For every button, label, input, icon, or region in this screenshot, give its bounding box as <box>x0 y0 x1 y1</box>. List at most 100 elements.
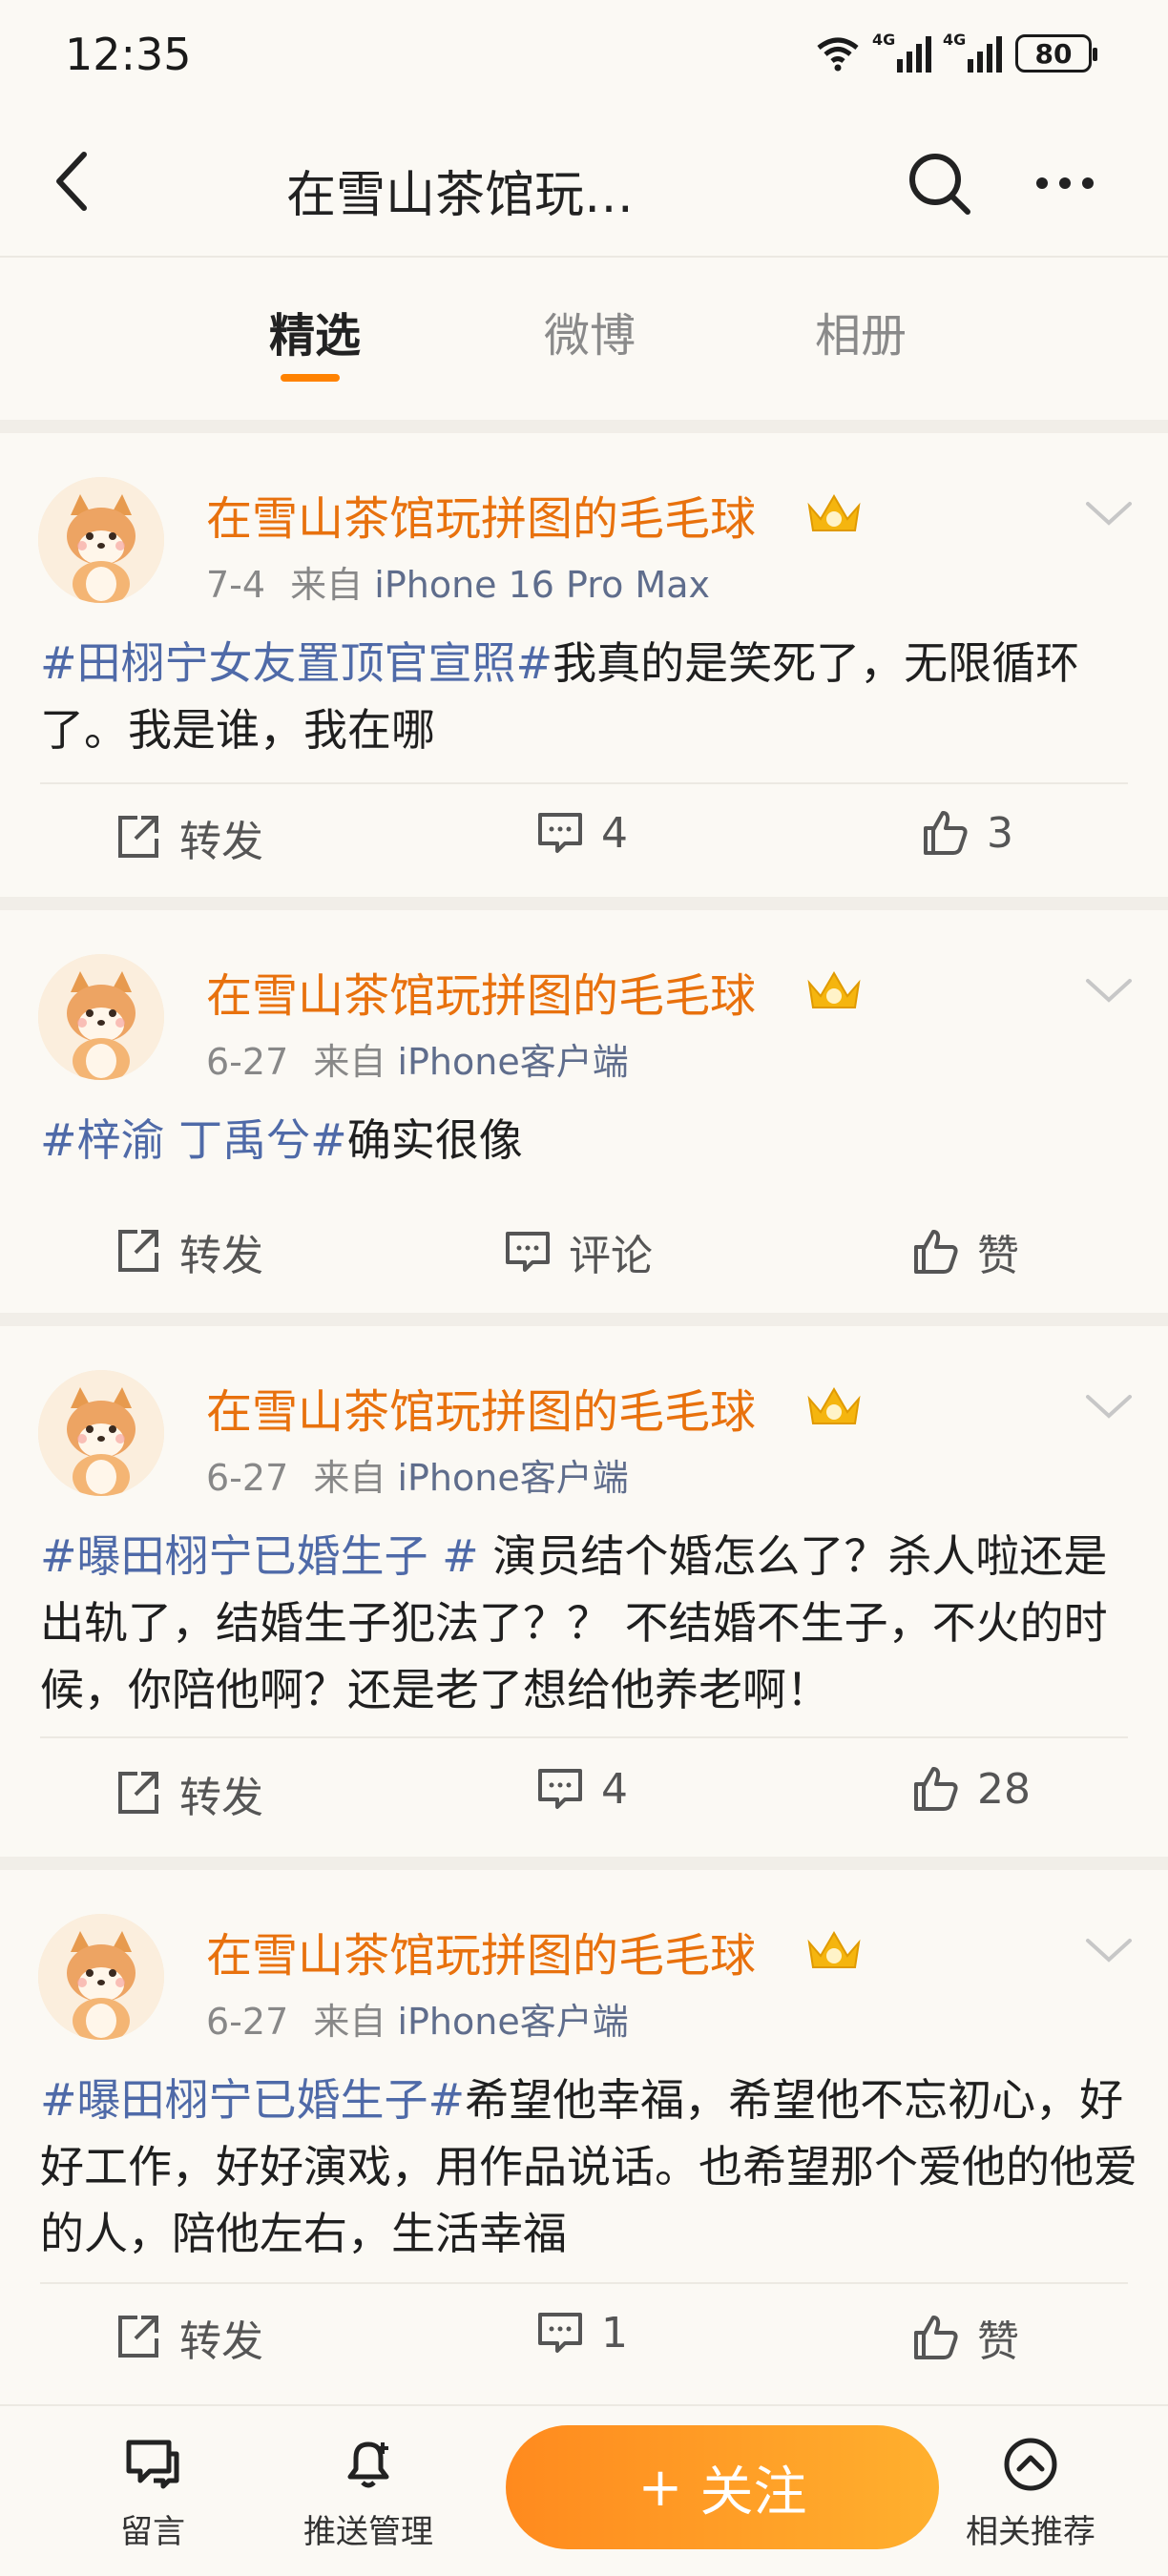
nav-divider <box>0 256 1168 258</box>
bottom-action-bar: 留言 推送管理 + 关注 相关推荐 <box>0 2404 1168 2576</box>
avatar[interactable] <box>38 1914 164 2040</box>
action-divider <box>40 1736 1128 1738</box>
post-username[interactable]: 在雪山茶馆玩拼图的毛毛球 <box>206 1918 756 1984</box>
repost-icon <box>118 2316 158 2358</box>
like-button[interactable]: 赞 <box>910 1221 1019 1282</box>
post-source: iPhone 16 Pro Max <box>374 564 710 606</box>
like-button[interactable]: 28 <box>910 1763 1031 1815</box>
source-prefix: 来自 <box>313 1457 386 1499</box>
repost-button[interactable]: 转发 <box>113 2307 263 2368</box>
cell-signal-2-icon: 4G <box>943 31 1002 73</box>
profile-tabs: 精选 微博 相册 <box>0 260 1168 403</box>
topic-hashtag[interactable]: #曝田栩宁已婚生子# <box>40 2074 465 2126</box>
post-actions: 转发 1 赞 <box>0 2286 1168 2381</box>
avatar[interactable] <box>38 954 164 1080</box>
comment-label: 评论 <box>569 1232 653 1280</box>
source-prefix: 来自 <box>313 1041 386 1083</box>
comment-icon <box>538 813 582 853</box>
post-username[interactable]: 在雪山茶馆玩拼图的毛毛球 <box>206 481 756 548</box>
avatar[interactable] <box>38 477 164 603</box>
topic-hashtag[interactable]: #曝田栩宁已婚生子 # <box>40 1530 479 1582</box>
chevron-down-icon[interactable] <box>1080 971 1137 1009</box>
repost-button[interactable]: 转发 <box>113 1221 263 1282</box>
repost-icon <box>118 1772 158 1814</box>
post-card[interactable]: 在雪山茶馆玩拼图的毛毛球 6-27 来自 iPhone客户端 #曝田栩宁已婚生子… <box>0 1313 1168 1857</box>
like-label: 赞 <box>977 1232 1019 1280</box>
post-meta: 6-27 来自 iPhone客户端 <box>206 1032 629 1085</box>
post-card[interactable]: 在雪山茶馆玩拼图的毛毛球 7-4 来自 iPhone 16 Pro Max #田… <box>0 420 1168 897</box>
tab-album[interactable]: 相册 <box>765 298 956 364</box>
comment-button[interactable]: 4 <box>534 1763 628 1815</box>
follow-button[interactable]: + 关注 <box>506 2425 939 2549</box>
repost-label: 转发 <box>179 1232 263 1280</box>
vip-crown-icon <box>807 1387 861 1424</box>
post-date: 7-4 <box>206 564 266 606</box>
post-card[interactable]: 在雪山茶馆玩拼图的毛毛球 6-27 来自 iPhone客户端 #梓渝 丁禹兮#确… <box>0 897 1168 1313</box>
like-count: 3 <box>987 808 1013 858</box>
post-source: iPhone客户端 <box>397 1457 629 1499</box>
post-content: #田栩宁女友置顶官宣照#我真的是笑死了，无限循环了。我是谁，我在哪 <box>40 630 1137 763</box>
comment-count: 1 <box>601 2308 628 2358</box>
like-button[interactable]: 3 <box>920 807 1013 859</box>
post-source: iPhone客户端 <box>397 1041 629 1083</box>
chevron-down-icon[interactable] <box>1080 494 1137 532</box>
battery-icon: 80 <box>1015 34 1097 73</box>
repost-icon <box>118 816 158 858</box>
post-username[interactable]: 在雪山茶馆玩拼图的毛毛球 <box>206 1374 756 1441</box>
repost-label: 转发 <box>179 1774 263 1822</box>
related-label: 相关推荐 <box>966 2513 1095 2551</box>
comment-button[interactable]: 1 <box>534 2307 628 2358</box>
topic-hashtag[interactable]: #田栩宁女友置顶官宣照# <box>40 637 553 689</box>
tab-weibo[interactable]: 微博 <box>494 298 685 364</box>
post-text: 确实很像 <box>346 1114 523 1166</box>
like-label: 赞 <box>977 2317 1019 2366</box>
comment-icon <box>538 2313 582 2353</box>
comment-icon <box>538 1769 582 1809</box>
page-title: 在雪山茶馆玩… <box>286 167 635 224</box>
post-meta: 6-27 来自 iPhone客户端 <box>206 1448 629 1501</box>
topic-hashtag[interactable]: #梓渝 丁禹兮# <box>40 1114 347 1166</box>
post-content: #曝田栩宁已婚生子#希望他幸福，希望他不忘初心，好好工作，好好演戏，用作品说话。… <box>40 2067 1137 2267</box>
action-divider <box>40 782 1128 784</box>
thumbs-up-icon <box>914 1230 958 1274</box>
shiba-avatar-image <box>38 1914 164 2040</box>
chevron-down-icon[interactable] <box>1080 1931 1137 1969</box>
tab-featured[interactable]: 精选 <box>219 298 410 364</box>
post-username[interactable]: 在雪山茶馆玩拼图的毛毛球 <box>206 958 756 1025</box>
related-recommend-button[interactable]: 相关推荐 <box>945 2433 1116 2552</box>
chevron-down-icon[interactable] <box>1080 1387 1137 1425</box>
avatar[interactable] <box>38 1370 164 1496</box>
source-prefix: 来自 <box>290 564 364 606</box>
repost-label: 转发 <box>179 818 263 866</box>
comment-button[interactable]: 4 <box>534 807 628 859</box>
post-content: #曝田栩宁已婚生子 # 演员结个婚怎么了？杀人啦还是出轨了，结婚生子犯法了？？ … <box>40 1523 1137 1723</box>
repost-button[interactable]: 转发 <box>113 807 263 868</box>
push-manage-button[interactable]: 推送管理 <box>282 2433 454 2552</box>
chevron-up-circle-icon <box>1004 2438 1057 2491</box>
thumbs-up-icon <box>924 811 968 855</box>
shiba-avatar-image <box>38 1370 164 1496</box>
message-label: 留言 <box>120 2513 185 2551</box>
status-indicators: 4G 4G 80 <box>815 31 1097 73</box>
follow-label: 关注 <box>699 2461 807 2524</box>
repost-icon <box>118 1230 158 1272</box>
comment-button[interactable]: 评论 <box>502 1221 653 1282</box>
message-button[interactable]: 留言 <box>67 2433 239 2552</box>
vip-crown-icon <box>807 971 861 1008</box>
back-icon[interactable] <box>38 143 115 219</box>
comment-count: 4 <box>601 1764 628 1814</box>
message-icon <box>126 2440 179 2489</box>
like-count: 28 <box>977 1764 1031 1814</box>
search-icon[interactable] <box>901 145 977 221</box>
cell-signal-1-icon: 4G <box>872 31 931 73</box>
repost-label: 转发 <box>179 2317 263 2366</box>
repost-button[interactable]: 转发 <box>113 1763 263 1824</box>
post-meta: 6-27 来自 iPhone客户端 <box>206 1992 629 2045</box>
post-actions: 转发 4 28 <box>0 1742 1168 1838</box>
post-card[interactable]: 在雪山茶馆玩拼图的毛毛球 6-27 来自 iPhone客户端 #曝田栩宁已婚生子… <box>0 1857 1168 2404</box>
post-date: 6-27 <box>206 1041 289 1083</box>
status-time: 12:35 <box>65 29 192 80</box>
like-button[interactable]: 赞 <box>910 2307 1019 2368</box>
thumbs-up-icon <box>914 2316 958 2359</box>
more-icon[interactable] <box>1027 145 1103 221</box>
